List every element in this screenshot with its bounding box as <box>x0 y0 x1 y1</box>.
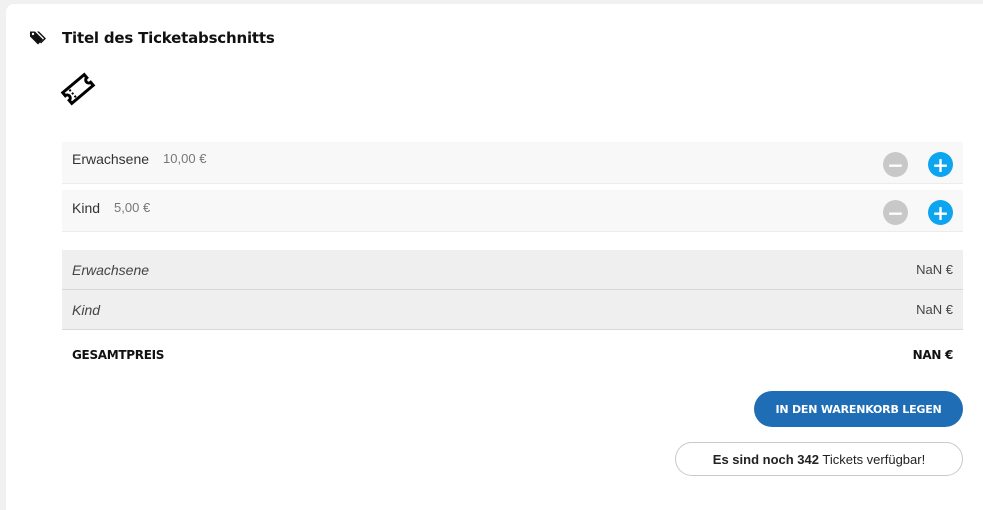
add-to-cart-button[interactable]: IN DEN WARENKORB LEGEN <box>754 391 963 427</box>
section-title: Titel des Ticketabschnitts <box>62 29 275 47</box>
quantity-controls: − + <box>883 152 953 177</box>
ticket-price: 10,00 € <box>163 151 207 166</box>
total-value: NAN € <box>912 348 954 362</box>
availability-prefix: Es sind noch <box>712 451 798 467</box>
quantity-controls: − + <box>883 200 953 225</box>
summary-row: Kind NaN € <box>62 290 963 330</box>
summary-value: NaN € <box>916 302 953 317</box>
total-row: GESAMTPREIS NAN € <box>62 340 963 370</box>
increase-button[interactable]: + <box>928 152 953 177</box>
section-header: Titel des Ticketabschnitts <box>30 28 275 48</box>
tag-icon <box>30 31 46 45</box>
decrease-button[interactable]: − <box>883 152 908 177</box>
summary-name: Kind <box>72 301 101 318</box>
availability-badge: Es sind noch 342 Tickets verfügbar! <box>675 442 963 476</box>
increase-button[interactable]: + <box>928 200 953 225</box>
availability-count: 342 <box>797 451 819 467</box>
ticket-name: Erwachsene <box>72 150 150 167</box>
ticket-row-kind: Kind 5,00 € − + <box>62 190 963 232</box>
availability-suffix: Tickets verfügbar! <box>819 451 926 467</box>
ticket-price: 5,00 € <box>114 200 151 215</box>
ticket-name: Kind <box>72 199 101 216</box>
total-label: GESAMTPREIS <box>72 348 165 362</box>
ticket-row-erwachsene: Erwachsene 10,00 € − + <box>62 142 963 184</box>
summary-value: NaN € <box>916 262 953 277</box>
summary-row: Erwachsene NaN € <box>62 250 963 290</box>
decrease-button[interactable]: − <box>883 200 908 225</box>
ticket-icon <box>60 72 96 106</box>
summary-name: Erwachsene <box>72 261 150 278</box>
